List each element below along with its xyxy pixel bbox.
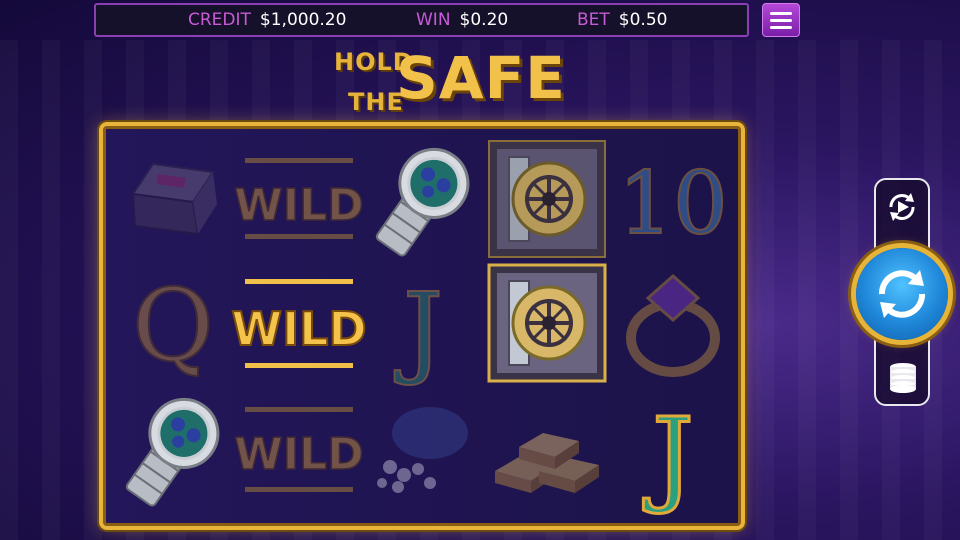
win-label: WIN	[416, 10, 451, 30]
symbol-wild: WILD	[234, 138, 364, 260]
reel-grid: WILD 10 Q WILD J WILD J	[111, 134, 733, 519]
win-value: $0.20	[459, 10, 509, 30]
symbol-watch	[113, 388, 233, 510]
briefcase-icon	[131, 162, 217, 236]
logo-line-safe: SAFE	[396, 44, 566, 112]
status-bar: CREDIT $1,000.20 WIN $0.20 BET $0.50	[94, 3, 749, 37]
bet-value: $0.50	[618, 10, 668, 30]
watch-icon	[375, 147, 470, 257]
queen-text: Q	[132, 267, 214, 384]
symbol-jack: J	[363, 262, 483, 389]
wild-text: WILD	[234, 429, 363, 480]
gold-bars-icon	[495, 433, 599, 493]
autoplay-button[interactable]	[880, 185, 924, 229]
symbol-wild-highlighted: WILD	[230, 262, 368, 384]
jack-text: J	[394, 271, 443, 388]
symbol-gold-bars	[487, 388, 607, 510]
bet-label: BET	[577, 10, 610, 30]
jack-text: J	[643, 395, 694, 517]
safe-vault-icon	[488, 140, 606, 258]
symbol-diamonds	[363, 388, 483, 510]
bet-button[interactable]	[882, 356, 924, 398]
symbol-queen: Q	[113, 262, 233, 385]
symbol-ten: 10	[613, 138, 733, 260]
wild-text: WILD	[234, 180, 363, 231]
credit-label: CREDIT	[188, 10, 251, 30]
coin-stack-icon	[890, 363, 916, 393]
autoplay-icon	[889, 193, 915, 221]
symbol-safe-highlighted	[487, 262, 607, 384]
diamonds-pouch-icon	[377, 407, 468, 493]
ten-text: 10	[618, 154, 727, 254]
symbol-jack-highlighted: J	[613, 388, 733, 519]
symbol-briefcase	[113, 138, 233, 260]
wild-text: WILD	[231, 302, 366, 356]
symbol-ring	[613, 262, 733, 384]
safe-vault-icon	[487, 263, 607, 383]
symbol-safe	[487, 138, 607, 260]
menu-button[interactable]	[762, 3, 800, 37]
hamburger-menu-icon	[770, 11, 792, 15]
win-display: WIN $0.20	[416, 5, 508, 35]
symbol-watch	[363, 138, 483, 260]
credit-display: CREDIT $1,000.20	[188, 5, 346, 35]
spin-arrows-icon	[879, 270, 925, 318]
bet-display: BET $0.50	[577, 5, 667, 35]
watch-icon	[125, 397, 220, 507]
spin-button[interactable]	[856, 248, 948, 340]
credit-value: $1,000.20	[259, 10, 347, 30]
symbol-wild: WILD	[234, 388, 364, 510]
game-logo: HOLD THE SAFE	[330, 44, 565, 120]
ring-icon	[626, 274, 720, 377]
